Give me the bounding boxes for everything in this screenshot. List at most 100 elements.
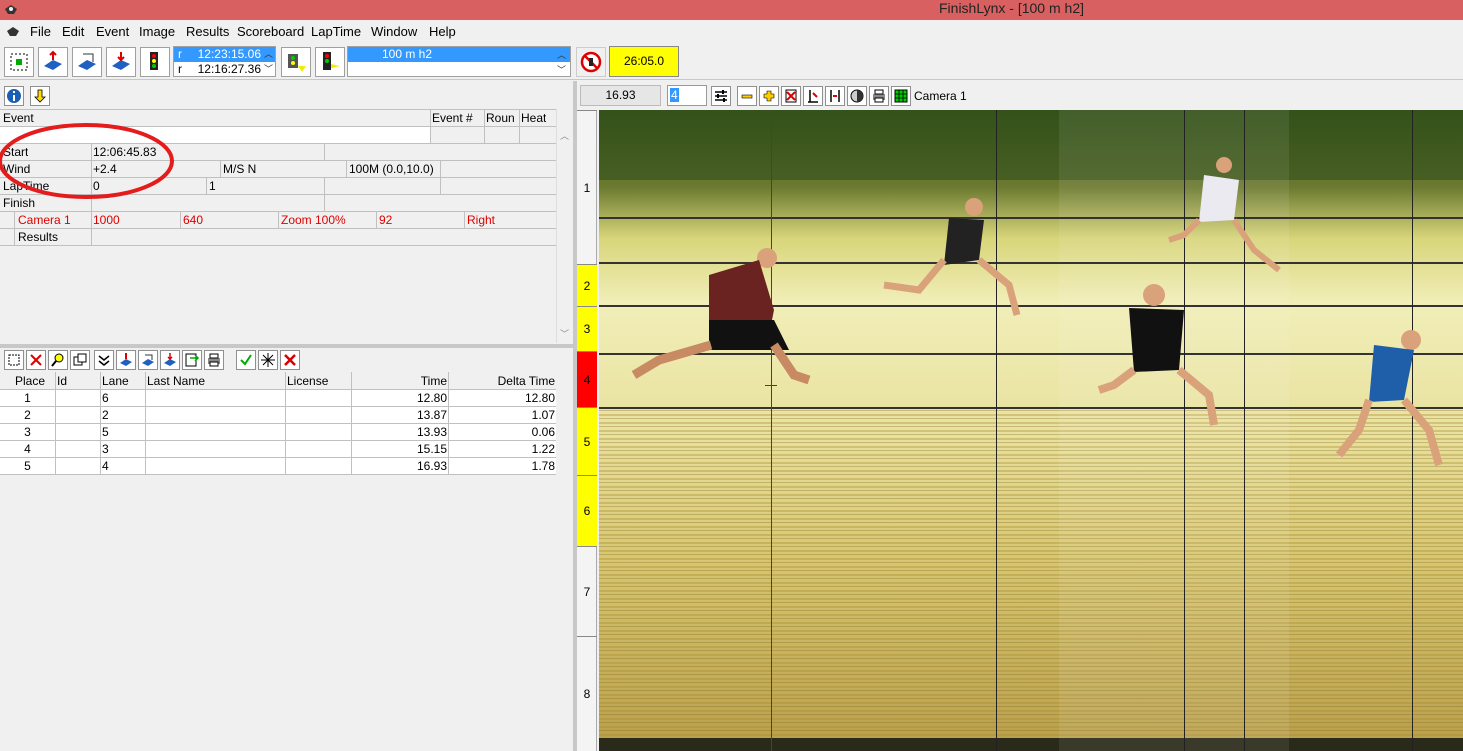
select-all-button[interactable]	[4, 350, 24, 370]
photo-finish-canvas	[599, 110, 1463, 751]
save-results-button[interactable]	[160, 350, 180, 370]
lane-cell: 4	[102, 459, 109, 473]
traffic-light-icon	[150, 52, 158, 70]
export-button[interactable]	[182, 350, 202, 370]
print-image-button[interactable]	[869, 86, 889, 106]
zoom-out-button[interactable]	[737, 86, 757, 106]
lane-marker[interactable]: 1	[577, 110, 597, 264]
lane-marker[interactable]: 2	[577, 264, 597, 306]
scroll-up-icon[interactable]: ︿	[557, 48, 566, 61]
menu-results[interactable]: Results	[186, 24, 229, 40]
event-list-item[interactable]: 100 m h2	[348, 47, 570, 62]
menu-edit[interactable]: Edit	[62, 24, 84, 40]
event-list[interactable]: 100 m h2 ︿ ﹀	[347, 46, 571, 77]
capture-time-item[interactable]: r 12:23:15.06 ︿	[174, 47, 275, 62]
title-bar: FinishLynx - [100 m h2]	[0, 0, 1463, 20]
take-image-button[interactable]	[281, 47, 311, 77]
lane-marker[interactable]: 6	[577, 475, 597, 546]
info-button[interactable]	[4, 86, 24, 106]
delete-button[interactable]	[280, 350, 300, 370]
camera-direction: Right	[467, 213, 496, 227]
save-event-button[interactable]	[106, 47, 136, 77]
open-event-button[interactable]	[38, 47, 68, 77]
scroll-up-icon[interactable]: ︿	[264, 47, 273, 61]
laptime-count[interactable]: 1	[209, 178, 216, 194]
menu-window[interactable]: Window	[371, 24, 417, 40]
no-capture-button[interactable]	[576, 47, 606, 77]
split-button[interactable]	[825, 86, 845, 106]
menu-help[interactable]: Help	[429, 24, 456, 40]
lane-marker[interactable]: 3	[577, 306, 597, 351]
cursor-time-field[interactable]: 16.93	[580, 85, 661, 106]
time-cell: 16.93	[416, 459, 447, 473]
lane-marker[interactable]: 5	[577, 407, 597, 475]
clear-button[interactable]	[26, 350, 46, 370]
contrast-icon	[850, 89, 864, 103]
pane-splitter[interactable]	[0, 344, 573, 348]
adjust-button[interactable]	[711, 86, 731, 106]
down-arrow-button[interactable]	[30, 86, 50, 106]
place-cell: 5	[24, 459, 31, 473]
minus-icon	[741, 94, 753, 99]
scroll-down-icon[interactable]: ﹀	[557, 63, 566, 76]
main-toolbar: r 12:23:15.06 ︿ r 12:16:27.36 ﹀ 100 m h2 ︿ ﹀…	[0, 44, 1463, 80]
delta-cell: 0.06	[531, 425, 555, 439]
contrast-button[interactable]	[847, 86, 867, 106]
col-id[interactable]: Id	[57, 373, 67, 389]
start-sensor-button[interactable]	[140, 47, 170, 77]
col-delta-time[interactable]: Delta Time	[449, 373, 555, 389]
hit-button[interactable]	[803, 86, 823, 106]
capture-time-list[interactable]: r 12:23:15.06 ︿ r 12:16:27.36 ﹀	[173, 46, 276, 77]
scroll-up-icon[interactable]: ︿	[560, 129, 569, 142]
lane-marker[interactable]: 4	[577, 351, 597, 407]
zoom-input[interactable]: 4	[667, 85, 707, 106]
menu-event[interactable]: Event	[96, 24, 129, 40]
find-button[interactable]	[48, 350, 68, 370]
col-license[interactable]: License	[287, 373, 328, 389]
lane-ruler: 1 2 3 4 5 6 7 8	[577, 110, 597, 751]
edit-results-icon	[142, 354, 154, 366]
zoom-in-button[interactable]	[759, 86, 779, 106]
delete-hit-button[interactable]	[781, 86, 801, 106]
round-header: Roun	[486, 111, 515, 125]
print-button[interactable]	[204, 350, 224, 370]
scroll-down-icon[interactable]: ﹀	[264, 62, 273, 76]
lane-marker[interactable]: 7	[577, 546, 597, 636]
capture-icon	[10, 53, 28, 71]
open-event-icon	[44, 50, 62, 70]
delta-cell: 12.80	[524, 391, 555, 405]
magnifier-icon	[51, 353, 64, 367]
select-icon	[8, 354, 20, 366]
menu-image[interactable]: Image	[139, 24, 175, 40]
col-last-name[interactable]: Last Name	[147, 373, 205, 389]
burst-button[interactable]	[258, 350, 278, 370]
capture-button[interactable]	[4, 47, 34, 77]
accept-button[interactable]	[236, 350, 256, 370]
check-down-button[interactable]	[94, 350, 114, 370]
running-clock: 26:05.0	[609, 46, 679, 77]
document-menu-icon[interactable]	[6, 26, 20, 37]
open-results-button[interactable]	[116, 350, 136, 370]
lane-marker[interactable]: 8	[577, 636, 597, 751]
arm-button[interactable]	[315, 47, 345, 77]
lane-cell: 5	[102, 425, 109, 439]
photo-finish-image[interactable]	[599, 110, 1463, 751]
col-time[interactable]: Time	[352, 373, 447, 389]
menu-file[interactable]: File	[30, 24, 51, 40]
col-lane[interactable]: Lane	[102, 373, 129, 389]
time-cell: 12.80	[416, 391, 447, 405]
edit-event-button[interactable]	[72, 47, 102, 77]
menu-scoreboard[interactable]: Scoreboard	[237, 24, 304, 40]
windows-button[interactable]	[70, 350, 90, 370]
camera-name[interactable]: Camera 1	[18, 212, 71, 228]
menu-laptime[interactable]: LapTime	[311, 24, 361, 40]
grid-button[interactable]	[891, 86, 911, 106]
delta-cell: 1.22	[531, 442, 555, 456]
prohibited-icon	[580, 51, 602, 73]
edit-results-button[interactable]	[138, 350, 158, 370]
capture-time-item[interactable]: r 12:16:27.36 ﹀	[174, 62, 275, 77]
event-info-scrollbar[interactable]: ︿ ﹀	[556, 109, 572, 343]
scroll-down-icon[interactable]: ﹀	[560, 327, 569, 340]
col-place[interactable]: Place	[15, 373, 45, 389]
open-results-icon	[120, 353, 132, 366]
